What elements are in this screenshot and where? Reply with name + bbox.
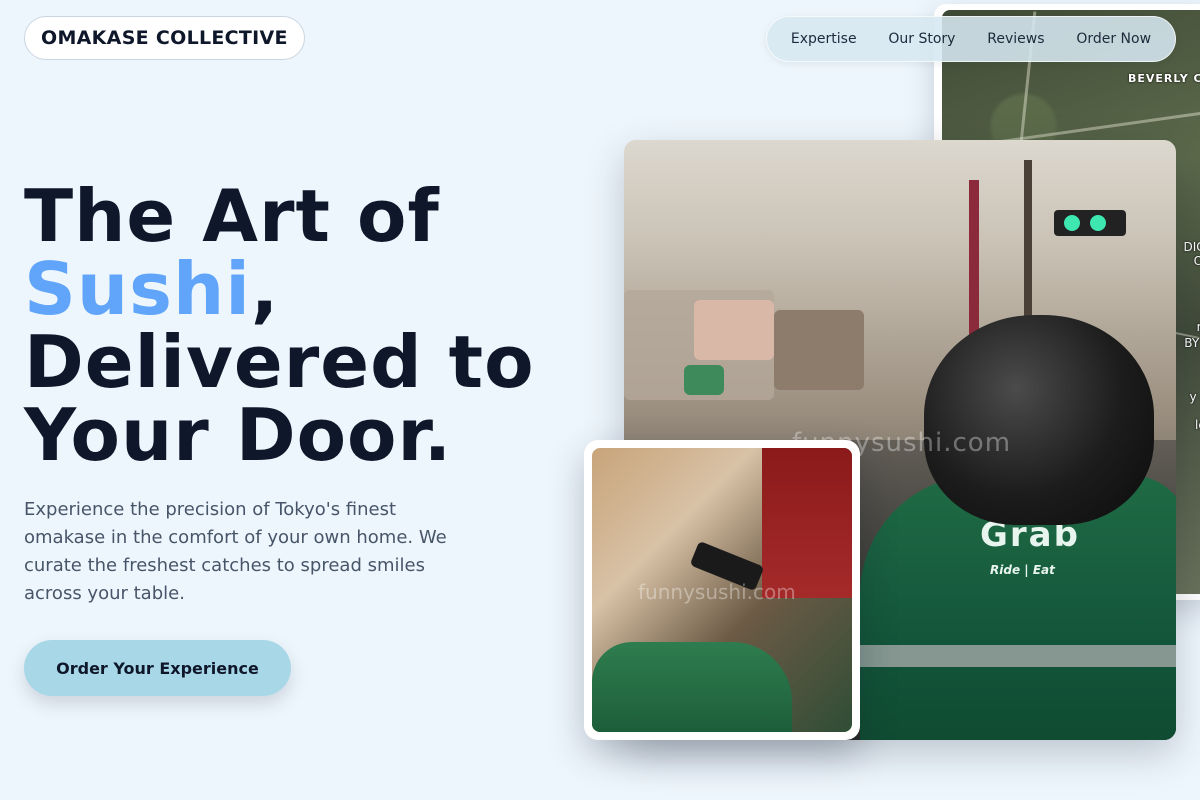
map-side-label: ON — [1193, 254, 1200, 268]
jacket-subtext: Ride | Eat — [990, 563, 1055, 577]
map-side-label: y of — [1189, 390, 1200, 404]
order-experience-button[interactable]: Order Your Experience — [24, 640, 291, 696]
hero-title-line3: Delivered to — [24, 320, 535, 404]
hero-title-line1: The Art of — [24, 174, 440, 258]
hero-title-line4: Your Door. — [24, 393, 453, 477]
map-side-label: BY H — [1184, 336, 1200, 350]
map-side-label: les — [1195, 418, 1200, 432]
photo-delivery-bag — [592, 642, 792, 732]
photo-bg-sign — [684, 365, 724, 395]
jacket-reflective-stripe — [860, 645, 1176, 667]
map-side-label: DICT — [1183, 240, 1200, 254]
traffic-light-lamp — [1064, 215, 1080, 231]
rider-helmet — [924, 315, 1154, 525]
brand-logo[interactable]: OMAKASE COLLECTIVE — [24, 16, 305, 60]
traffic-light-lamp — [1090, 215, 1106, 231]
photo-bg-sign — [694, 300, 774, 360]
phone-order-photo-card: funnysushi.com — [584, 440, 860, 740]
hero-title-accent: Sushi — [24, 247, 251, 331]
map-place-label: BEVERLY CR — [1128, 72, 1200, 85]
nav-link-expertise[interactable]: Expertise — [783, 25, 865, 53]
hero-title-comma: , — [250, 247, 280, 331]
main-nav: Expertise Our Story Reviews Order Now — [766, 16, 1176, 62]
photo-watermark: funnysushi.com — [638, 580, 796, 604]
nav-link-reviews[interactable]: Reviews — [979, 25, 1052, 53]
hero-title: The Art of Sushi, Delivered to Your Door… — [24, 180, 535, 472]
nav-link-our-story[interactable]: Our Story — [880, 25, 963, 53]
photo-bg-building — [774, 310, 864, 390]
hero-description: Experience the precision of Tokyo's fine… — [24, 499, 447, 604]
photo-red-sleeve — [762, 448, 852, 598]
phone-order-photo: funnysushi.com — [592, 448, 852, 732]
map-side-label: rly — [1196, 320, 1200, 334]
nav-link-order-now[interactable]: Order Now — [1068, 25, 1159, 53]
